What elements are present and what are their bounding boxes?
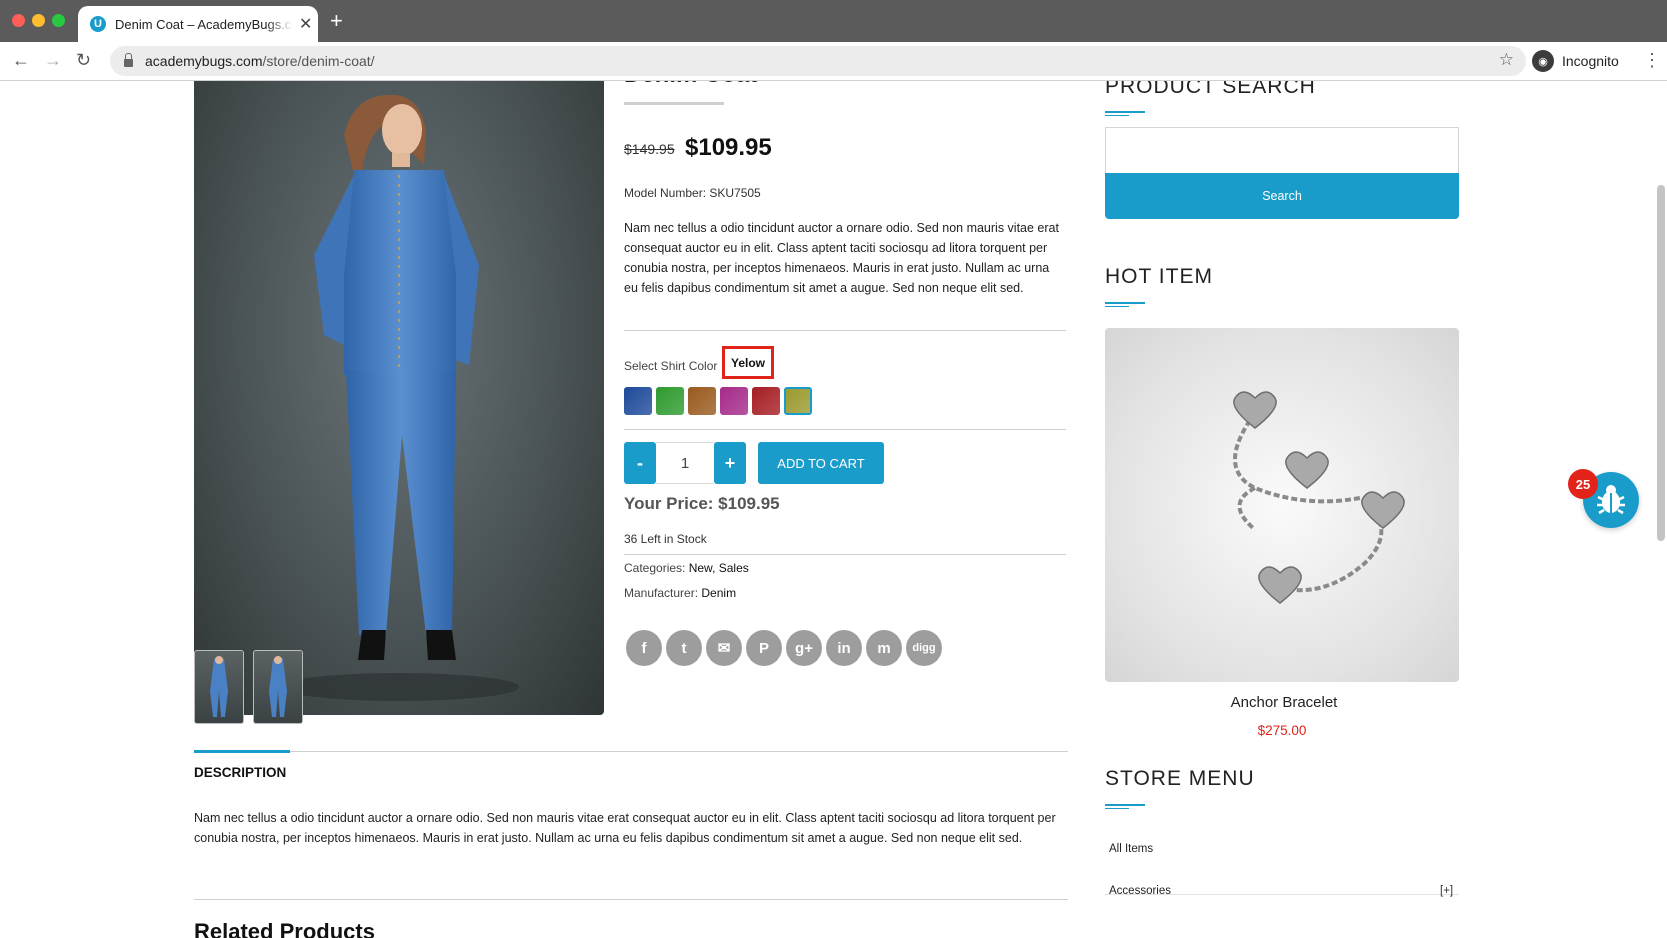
facebook-icon[interactable]: f [626, 630, 662, 666]
product-title: Denim Coat [624, 81, 757, 89]
linkedin-icon[interactable]: in [826, 630, 862, 666]
heading-accent [1105, 111, 1145, 113]
store-menu-item-all-items[interactable]: All Items [1109, 843, 1153, 855]
forward-arrow-icon[interactable]: → [44, 50, 62, 70]
bracelet-illustration [1233, 391, 1405, 604]
color-swatch-red[interactable] [752, 387, 780, 415]
thumbnail-figure [210, 656, 228, 717]
close-tab-icon[interactable]: ✕ [299, 14, 312, 34]
bug-count-badge: 25 [1568, 469, 1598, 499]
google-plus-icon[interactable]: g+ [786, 630, 822, 666]
search-button[interactable]: Search [1105, 173, 1459, 219]
divider [624, 429, 1066, 430]
divider [624, 554, 1066, 555]
color-swatch-magenta[interactable] [720, 387, 748, 415]
related-products-heading: Related Products [194, 919, 375, 938]
divider [624, 330, 1066, 331]
heading-accent [1105, 115, 1129, 116]
product-main-image[interactable] [194, 81, 604, 715]
maximize-window-button[interactable] [52, 14, 65, 27]
store-menu-heading: STORE MENU [1105, 767, 1255, 790]
stock-status: 36 Left in Stock [624, 532, 707, 546]
product-search-input[interactable] [1105, 127, 1459, 173]
product-thumbnail-2[interactable] [253, 650, 303, 724]
page-content: Denim Coat $149.95 $109.95 Model Number:… [0, 81, 1667, 938]
color-swatch-yellow[interactable] [784, 387, 812, 415]
incognito-label: Incognito [1562, 53, 1619, 69]
quantity-decrease-button[interactable]: - [624, 442, 656, 484]
reload-icon[interactable]: ↻ [76, 50, 91, 70]
tab-description[interactable]: DESCRIPTION [194, 765, 286, 780]
heading-accent [1105, 808, 1129, 809]
incognito-indicator[interactable]: ◉ Incognito [1532, 47, 1619, 75]
tab-title: Denim Coat – AcademyBugs.com [115, 16, 293, 32]
email-icon[interactable]: ✉ [706, 630, 742, 666]
heading-accent [1105, 302, 1145, 304]
pinterest-icon[interactable]: P [746, 630, 782, 666]
divider [194, 899, 1068, 900]
browser-menu-icon[interactable]: ⋮ [1643, 50, 1661, 71]
categories: Categories: New, Sales [624, 561, 749, 575]
bug-icon [1597, 485, 1625, 515]
quantity-input[interactable]: 1 [656, 442, 714, 484]
browser-toolbar: ← → ↻ academybugs.com/store/denim-coat/ … [0, 42, 1667, 81]
selected-color-value: Yelow [722, 346, 774, 379]
heading-accent [1105, 306, 1129, 307]
hot-item-price: $275.00 [1257, 723, 1307, 738]
url-text[interactable]: academybugs.com/store/denim-coat/ [145, 53, 375, 69]
minimize-window-button[interactable] [32, 14, 45, 27]
quantity-increase-button[interactable]: + [714, 442, 746, 484]
bookmark-star-icon[interactable]: ☆ [1499, 50, 1514, 70]
lock-icon [124, 53, 133, 67]
manufacturer-label: Manufacturer: [624, 586, 699, 600]
close-window-button[interactable] [12, 14, 25, 27]
active-tab-indicator [194, 750, 290, 753]
color-swatch-brown[interactable] [688, 387, 716, 415]
tabs-divider [194, 751, 1068, 752]
myspace-icon[interactable]: m [866, 630, 902, 666]
incognito-icon: ◉ [1532, 50, 1554, 72]
short-description: Nam nec tellus a odio tincidunt auctor a… [624, 221, 1059, 295]
denim-model-illustration [279, 94, 519, 701]
product-search-heading: PRODUCT SEARCH [1105, 81, 1316, 98]
add-to-cart-button[interactable]: ADD TO CART [758, 442, 884, 484]
manufacturer: Manufacturer: Denim [624, 586, 736, 600]
product-thumbnail-1[interactable] [194, 650, 244, 724]
browser-tab-bar: U Denim Coat – AcademyBugs.com ✕ + [0, 0, 1667, 42]
url-domain: academybugs.com [145, 53, 263, 69]
url-path: /store/denim-coat/ [262, 53, 375, 69]
thumbnail-figure [269, 656, 287, 717]
categories-links[interactable]: New, Sales [689, 561, 749, 575]
categories-label: Categories: [624, 561, 686, 575]
hot-item-name[interactable]: Anchor Bracelet [1105, 694, 1463, 711]
manufacturer-link[interactable]: Denim [701, 586, 736, 600]
browser-tab[interactable]: U Denim Coat – AcademyBugs.com ✕ [78, 6, 318, 42]
heading-accent [1105, 804, 1145, 806]
old-price: $149.95 [624, 141, 675, 157]
favicon-icon: U [90, 16, 106, 32]
color-swatch-green[interactable] [656, 387, 684, 415]
page-scrollbar[interactable] [1657, 185, 1665, 541]
color-select-label: Select Shirt Color [624, 359, 718, 373]
long-description: Nam nec tellus a odio tincidunt auctor a… [194, 811, 1056, 845]
back-arrow-icon[interactable]: ← [12, 50, 30, 70]
digg-icon[interactable]: digg [906, 630, 942, 666]
your-price: Your Price: $109.95 [624, 494, 780, 513]
store-menu-item-accessories[interactable]: Accessories [1109, 885, 1171, 897]
twitter-icon[interactable]: t [666, 630, 702, 666]
expand-accessories-toggle[interactable]: [+] [1440, 885, 1453, 897]
color-swatch-blue[interactable] [624, 387, 652, 415]
hot-item-heading: HOT ITEM [1105, 265, 1213, 288]
hot-item-image[interactable] [1105, 328, 1459, 682]
new-tab-icon[interactable]: + [330, 10, 343, 32]
current-price: $109.95 [685, 134, 772, 161]
model-number: Model Number: SKU7505 [624, 186, 761, 200]
address-bar[interactable]: academybugs.com/store/denim-coat/ ☆ [110, 46, 1526, 76]
title-underline [624, 102, 724, 105]
